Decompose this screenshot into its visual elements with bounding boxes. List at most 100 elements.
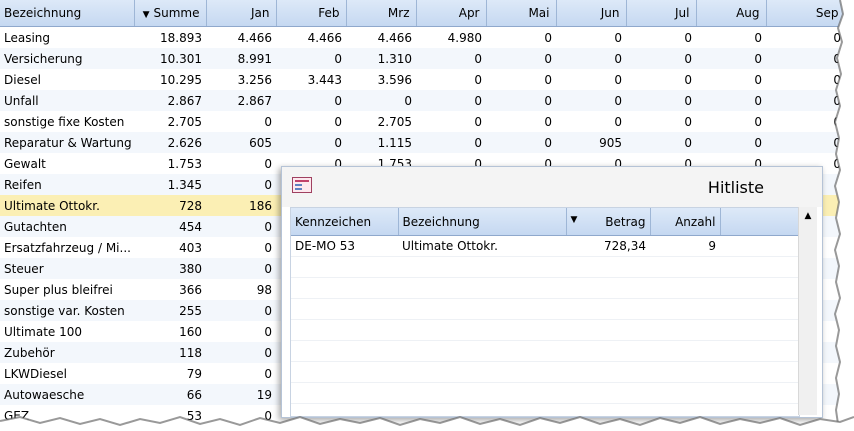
cell-value[interactable]: 0: [416, 90, 486, 111]
table-row[interactable]: Unfall 2.867 2.867 0 0 0 0 0 0 0 0: [0, 90, 845, 111]
cell-value[interactable]: 3.596: [346, 69, 416, 90]
hitliste-cell[interactable]: 9: [650, 235, 720, 257]
cell-value[interactable]: 0: [556, 69, 626, 90]
cell-value[interactable]: 3.443: [276, 69, 346, 90]
col-header-kennzeichen[interactable]: Kennzeichen: [291, 208, 399, 236]
col-header-hit-bezeichnung[interactable]: Bezeichnung: [398, 208, 567, 236]
cell-bezeichnung[interactable]: Ultimate Ottokr.: [0, 195, 134, 216]
cell-value[interactable]: 160: [134, 321, 206, 342]
cell-value[interactable]: 0: [206, 174, 276, 195]
cell-value[interactable]: 8.991: [206, 48, 276, 69]
cell-value[interactable]: 0: [556, 90, 626, 111]
hitliste-cell[interactable]: 728,34: [566, 235, 650, 257]
table-row[interactable]: sonstige fixe Kosten2.705002.705000000: [0, 111, 845, 132]
cell-value[interactable]: 0: [206, 216, 276, 237]
cell-bezeichnung[interactable]: Unfall: [0, 90, 134, 111]
cell-value[interactable]: 0: [416, 132, 486, 153]
cell-value[interactable]: 0: [696, 69, 766, 90]
cell-value[interactable]: 4.466: [346, 27, 416, 49]
cell-bezeichnung[interactable]: Reifen: [0, 174, 134, 195]
cell-value[interactable]: 1.345: [134, 174, 206, 195]
cell-value[interactable]: 2.705: [134, 111, 206, 132]
cell-bezeichnung[interactable]: Leasing: [0, 27, 134, 49]
col-header-summe[interactable]: ▼ Summe: [134, 0, 207, 27]
cell-value[interactable]: 0: [626, 69, 696, 90]
cell-bezeichnung[interactable]: Diesel: [0, 69, 134, 90]
cell-value[interactable]: 605: [206, 132, 276, 153]
cell-value[interactable]: 0: [346, 90, 416, 111]
cell-value[interactable]: 0: [206, 111, 276, 132]
cell-bezeichnung[interactable]: Ersatzfahrzeug / Mi...: [0, 237, 134, 258]
cell-value[interactable]: 0: [626, 132, 696, 153]
cell-value[interactable]: 905: [556, 132, 626, 153]
cell-value[interactable]: 0: [206, 300, 276, 321]
cell-value[interactable]: 0: [276, 90, 346, 111]
cell-value[interactable]: 0: [696, 132, 766, 153]
cell-value[interactable]: 0: [206, 153, 276, 174]
cell-value[interactable]: 10.301: [134, 48, 206, 69]
hitliste-row[interactable]: DE-MO 53 Ultimate Ottokr. 728,34 9: [291, 235, 799, 257]
col-header-jun[interactable]: Jun: [556, 0, 627, 27]
cell-value[interactable]: 0: [696, 90, 766, 111]
cell-bezeichnung[interactable]: Super plus bleifrei: [0, 279, 134, 300]
cell-value[interactable]: 0: [206, 237, 276, 258]
cell-value[interactable]: 0: [486, 111, 556, 132]
col-header-mrz[interactable]: Mrz: [346, 0, 417, 27]
cell-value[interactable]: 380: [134, 258, 206, 279]
cell-value[interactable]: 0: [556, 27, 626, 49]
cell-value[interactable]: 19: [206, 384, 276, 405]
cell-bezeichnung[interactable]: sonstige fixe Kosten: [0, 111, 134, 132]
table-row[interactable]: Versicherung10.3018.99101.310000000: [0, 48, 845, 69]
cell-value[interactable]: 10.295: [134, 69, 206, 90]
cell-value[interactable]: 186: [206, 195, 276, 216]
cell-value[interactable]: 118: [134, 342, 206, 363]
col-header-feb[interactable]: Feb: [276, 0, 347, 27]
hitliste-cell[interactable]: [720, 235, 799, 257]
cell-bezeichnung[interactable]: Steuer: [0, 258, 134, 279]
cell-value[interactable]: 0: [696, 48, 766, 69]
cell-value[interactable]: 98: [206, 279, 276, 300]
cell-bezeichnung[interactable]: Gutachten: [0, 216, 134, 237]
col-header-aug[interactable]: Aug: [696, 0, 767, 27]
cell-value[interactable]: 366: [134, 279, 206, 300]
cell-value[interactable]: 1.310: [346, 48, 416, 69]
cell-value[interactable]: 66: [134, 384, 206, 405]
hitliste-cell[interactable]: Ultimate Ottokr.: [398, 235, 566, 257]
cell-bezeichnung[interactable]: Zubehör: [0, 342, 134, 363]
cell-value[interactable]: 1.753: [134, 153, 206, 174]
cell-value[interactable]: 1.115: [346, 132, 416, 153]
scroll-up-arrow-icon[interactable]: ▲: [799, 207, 817, 225]
cell-bezeichnung[interactable]: sonstige var. Kosten: [0, 300, 134, 321]
cell-value[interactable]: 0: [276, 132, 346, 153]
col-header-bezeichnung[interactable]: Bezeichnung: [0, 0, 135, 27]
col-header-mai[interactable]: Mai: [486, 0, 557, 27]
col-header-betrag[interactable]: ▼ Betrag: [566, 208, 651, 236]
cell-value[interactable]: 0: [206, 321, 276, 342]
table-row[interactable]: Reparatur & Wartung 2.626 605 0 1.115 0 0 905 0 0…: [0, 132, 845, 153]
cell-value[interactable]: 0: [486, 69, 556, 90]
cell-bezeichnung[interactable]: Gewalt: [0, 153, 134, 174]
cell-value[interactable]: 0: [416, 48, 486, 69]
cell-bezeichnung[interactable]: Versicherung: [0, 48, 134, 69]
cell-bezeichnung[interactable]: Ultimate 100: [0, 321, 134, 342]
cell-value[interactable]: 0: [556, 48, 626, 69]
cell-value[interactable]: 403: [134, 237, 206, 258]
cell-value[interactable]: 0: [556, 111, 626, 132]
cell-bezeichnung[interactable]: Reparatur & Wartung: [0, 132, 134, 153]
col-header-anzahl[interactable]: Anzahl: [650, 208, 721, 236]
cell-value[interactable]: 4.980: [416, 27, 486, 49]
hitliste-cell[interactable]: DE-MO 53: [291, 235, 398, 257]
cell-value[interactable]: 0: [486, 90, 556, 111]
cell-value[interactable]: 2.867: [134, 90, 206, 111]
cell-value[interactable]: 0: [626, 90, 696, 111]
cell-value[interactable]: 728: [134, 195, 206, 216]
cell-value[interactable]: 0: [276, 48, 346, 69]
cell-value[interactable]: 0: [206, 342, 276, 363]
cell-value[interactable]: 18.893: [134, 27, 206, 49]
cell-value[interactable]: 0: [486, 132, 556, 153]
cell-value[interactable]: 2.867: [206, 90, 276, 111]
cell-value[interactable]: 0: [626, 27, 696, 49]
cell-bezeichnung[interactable]: LKWDiesel: [0, 363, 134, 384]
table-row[interactable]: Diesel 10.295 3.256 3.443 3.596 0 0 0 0 0 0: [0, 69, 845, 90]
col-header-jan[interactable]: Jan: [206, 0, 277, 27]
